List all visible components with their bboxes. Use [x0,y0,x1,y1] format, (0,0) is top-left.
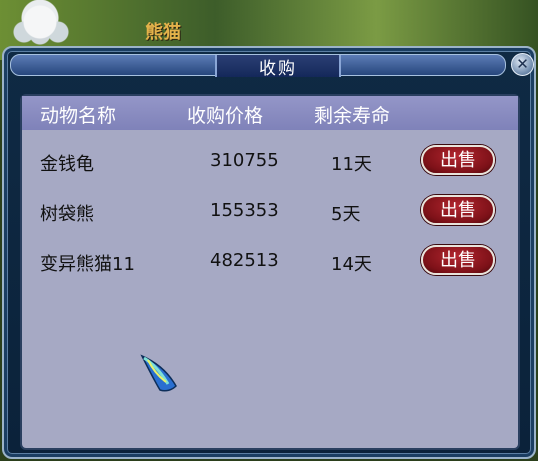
sell-button[interactable]: 出售 [421,245,495,275]
title-bar[interactable]: 收购 [10,54,506,79]
sell-button[interactable]: 出售 [421,145,495,175]
animal-name: 树袋熊 [40,204,94,225]
close-icon[interactable]: ✕ [511,53,534,76]
header-remaining-life: 剩余寿命 [314,105,391,127]
header-animal-name: 动物名称 [40,105,117,127]
table-row: 金钱龟 310755 11天 出售 [22,142,518,182]
purchase-list-panel: 动物名称 收购价格 剩余寿命 金钱龟 310755 11天 出售 树袋熊 155… [20,94,520,450]
pet-name-label: 熊猫 [145,22,181,43]
animal-name: 变异熊猫11 [40,254,135,275]
table-row: 树袋熊 155353 5天 出售 [22,192,518,232]
sell-button[interactable]: 出售 [421,195,495,225]
purchase-price: 310755 [210,150,279,171]
window-title: 收购 [215,55,341,79]
table-row: 变异熊猫11 482513 14天 出售 [22,242,518,282]
remaining-life: 14天 [331,254,372,275]
remaining-life: 11天 [331,154,372,175]
purchase-price: 482513 [210,250,279,271]
purchase-window: 收购 ✕ 动物名称 收购价格 剩余寿命 金钱龟 310755 11天 出售 树袋… [2,46,536,459]
pet-sprite [6,2,74,48]
purchase-price: 155353 [210,200,279,221]
header-purchase-price: 收购价格 [187,105,264,127]
table-header: 动物名称 收购价格 剩余寿命 [22,96,518,130]
feather-cursor-icon [140,354,177,392]
animal-name: 金钱龟 [40,154,94,175]
remaining-life: 5天 [331,204,361,225]
